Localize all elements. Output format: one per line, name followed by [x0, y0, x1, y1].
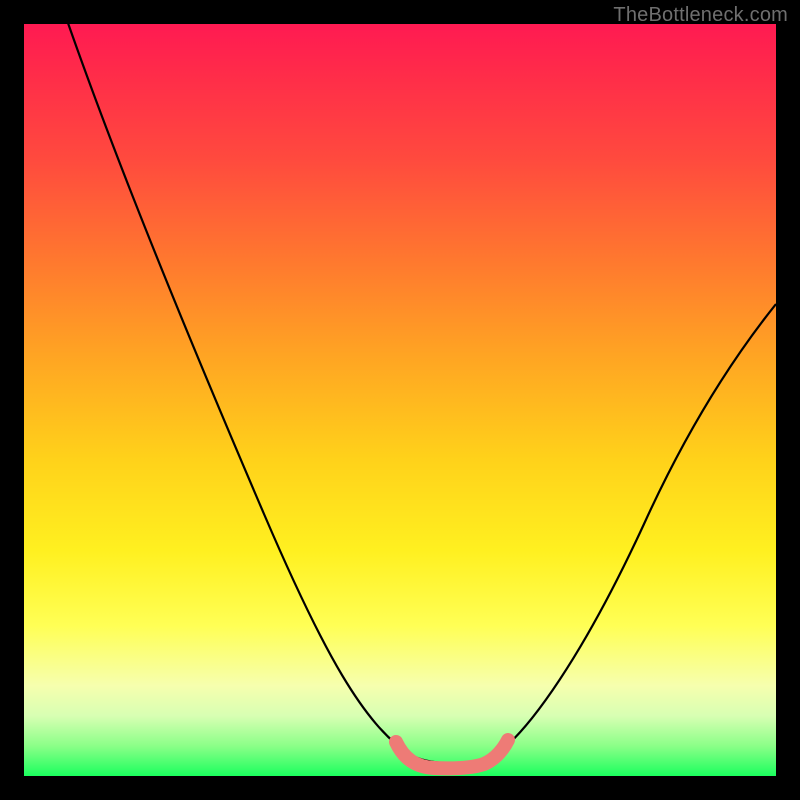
chart-frame: TheBottleneck.com: [0, 0, 800, 800]
bottleneck-curve-svg: [24, 24, 776, 776]
bottleneck-curve: [32, 24, 776, 763]
watermark-text: TheBottleneck.com: [613, 4, 788, 27]
plot-area: [24, 24, 776, 776]
optimal-band-marker: [396, 740, 508, 768]
